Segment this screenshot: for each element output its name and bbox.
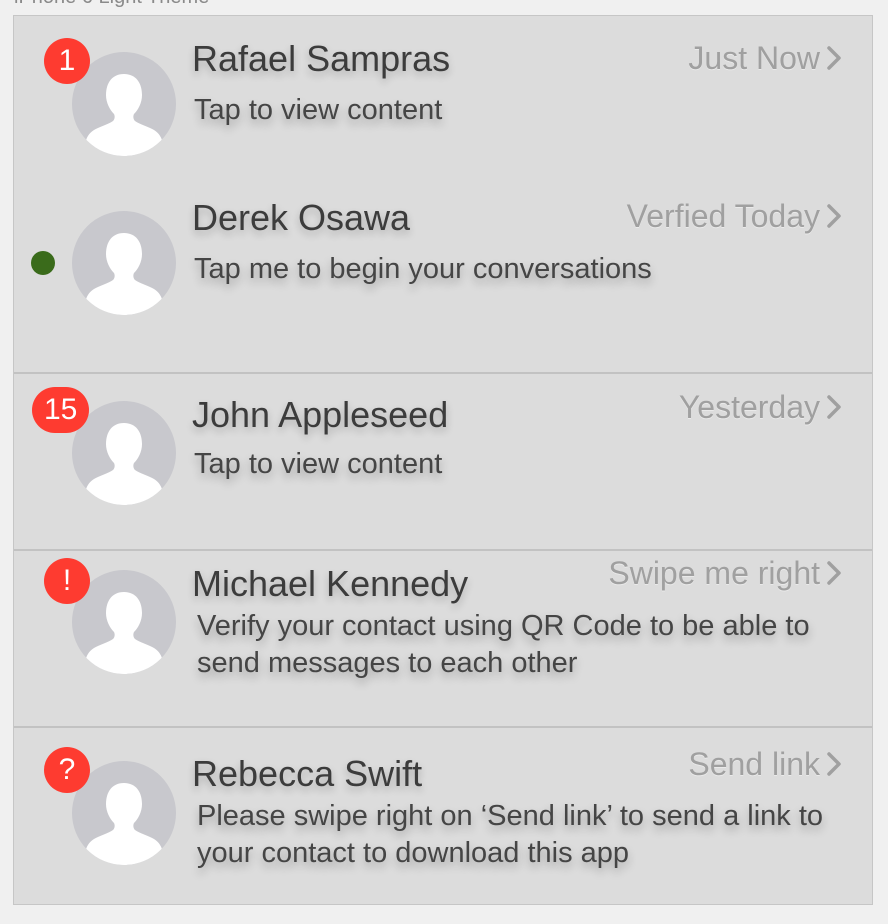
- contact-subtitle: Please swipe right on ‘Send link’ to sen…: [197, 800, 824, 869]
- meta-label: Just Now: [688, 40, 820, 76]
- contact-meta[interactable]: Just Now: [688, 40, 842, 77]
- warning-badge: !: [44, 558, 90, 604]
- chevron-right-icon: [827, 395, 841, 419]
- contact-name: John Appleseed: [192, 394, 449, 435]
- list-item[interactable]: 1 Rafael Sampras Tap to view content Jus…: [14, 16, 872, 193]
- chevron-right-icon: [827, 752, 841, 776]
- contact-name: Derek Osawa: [192, 197, 411, 238]
- unread-badge: 15: [32, 387, 90, 433]
- swipe-hint[interactable]: Swipe me right: [608, 555, 842, 592]
- person-silhouette-icon: [85, 233, 163, 315]
- contact-name: Rafael Sampras: [192, 38, 451, 79]
- list-item[interactable]: ? Rebecca Swift Please swipe right on ‘S…: [14, 726, 872, 904]
- meta-label: Verfied Today: [626, 198, 820, 234]
- list-item[interactable]: ! Michael Kennedy Verify your contact us…: [14, 549, 872, 726]
- contact-name: Michael Kennedy: [192, 563, 469, 604]
- list-item[interactable]: Derek Osawa Tap me to begin your convers…: [14, 193, 872, 372]
- chevron-right-icon: [827, 204, 841, 228]
- contact-subtitle: Verify your contact using QR Code to be …: [197, 610, 810, 679]
- contact-subtitle: Tap to view content: [194, 94, 443, 126]
- list-item[interactable]: 15 John Appleseed Tap to view content Ye…: [14, 372, 872, 549]
- contact-subtitle: Tap to view content: [194, 448, 443, 480]
- page-caption: iPhone 6 Light Theme: [14, 0, 209, 9]
- chevron-right-icon: [827, 46, 841, 70]
- avatar: [72, 211, 176, 315]
- meta-label: Send link: [688, 746, 820, 782]
- meta-label: Yesterday: [678, 389, 820, 425]
- contact-subtitle: Tap me to begin your conversations: [194, 253, 652, 285]
- contact-name: Rebecca Swift: [192, 753, 423, 794]
- send-link-action[interactable]: Send link: [688, 746, 842, 783]
- online-status-dot: [31, 251, 55, 275]
- contact-meta[interactable]: Yesterday: [679, 389, 842, 426]
- chevron-right-icon: [827, 561, 841, 585]
- unread-badge: 1: [44, 38, 90, 84]
- help-badge: ?: [44, 747, 90, 793]
- contact-list: 1 Rafael Sampras Tap to view content Jus…: [13, 15, 873, 905]
- contact-meta[interactable]: Verfied Today: [627, 198, 842, 235]
- meta-label: Swipe me right: [608, 555, 820, 591]
